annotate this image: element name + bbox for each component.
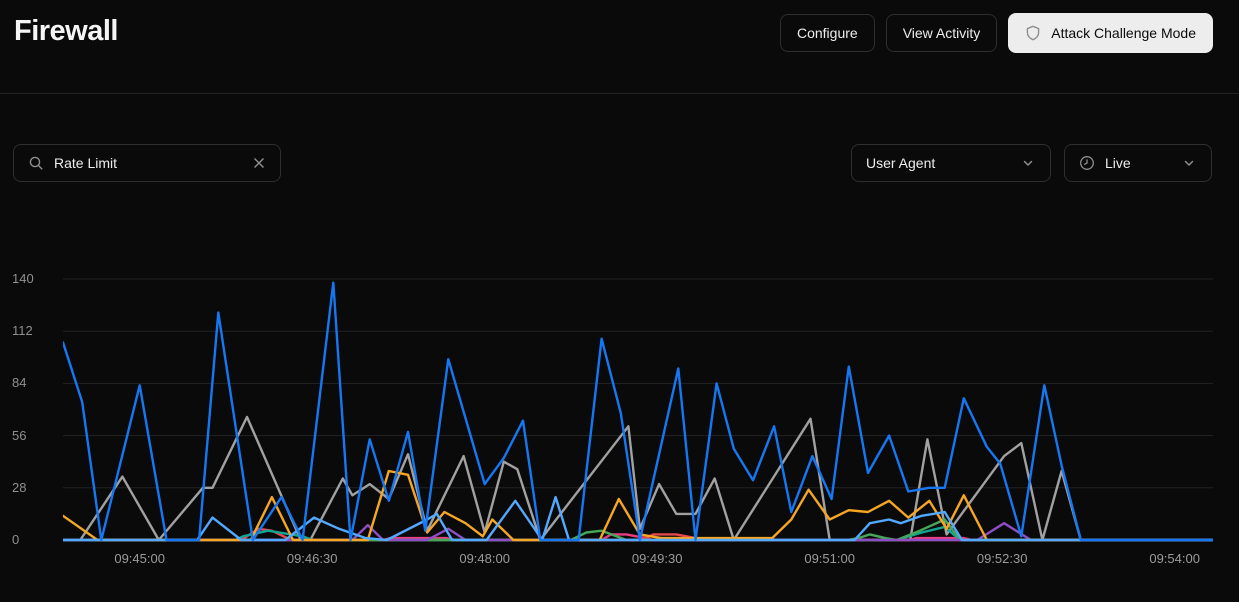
x-axis-tick-label: 09:51:00: [804, 551, 855, 566]
x-axis-tick-label: 09:54:00: [1149, 551, 1200, 566]
y-axis-tick-label: 0: [12, 532, 48, 548]
x-axis-tick-label: 09:48:00: [459, 551, 510, 566]
group-by-value: User Agent: [866, 155, 1010, 171]
view-activity-button-label: View Activity: [903, 25, 981, 41]
y-axis-tick-label: 56: [12, 428, 48, 444]
search-box[interactable]: [13, 144, 281, 182]
header-divider: [0, 93, 1239, 94]
shield-icon: [1025, 25, 1041, 41]
x-axis-tick-label: 09:52:30: [977, 551, 1028, 566]
configure-button[interactable]: Configure: [780, 14, 875, 52]
chevron-down-icon: [1020, 155, 1036, 171]
attack-challenge-mode-label: Attack Challenge Mode: [1051, 25, 1196, 41]
clock-icon: [1079, 155, 1095, 171]
x-axis-tick-label: 09:49:30: [632, 551, 683, 566]
search-icon: [28, 155, 44, 171]
page-title: Firewall: [14, 15, 118, 48]
attack-challenge-mode-button[interactable]: Attack Challenge Mode: [1008, 13, 1213, 53]
group-by-dropdown[interactable]: User Agent: [851, 144, 1051, 182]
time-range-value: Live: [1105, 155, 1171, 171]
search-input[interactable]: [54, 155, 242, 171]
x-axis-tick-label: 09:46:30: [287, 551, 338, 566]
configure-button-label: Configure: [797, 25, 858, 41]
y-axis-tick-label: 112: [12, 323, 48, 339]
y-axis-tick-label: 84: [12, 375, 48, 391]
y-axis-tick-label: 140: [12, 271, 48, 287]
x-axis-tick-label: 09:45:00: [114, 551, 165, 566]
header-actions: Configure View Activity Attack Challenge…: [780, 13, 1213, 53]
y-axis-tick-label: 28: [12, 480, 48, 496]
firewall-chart-svg[interactable]: [63, 270, 1213, 550]
chevron-down-icon: [1181, 155, 1197, 171]
firewall-page: Firewall Configure View Activity Attack …: [0, 0, 1239, 602]
clear-search-icon[interactable]: [252, 156, 266, 170]
view-activity-button[interactable]: View Activity: [886, 14, 998, 52]
time-range-dropdown[interactable]: Live: [1064, 144, 1212, 182]
